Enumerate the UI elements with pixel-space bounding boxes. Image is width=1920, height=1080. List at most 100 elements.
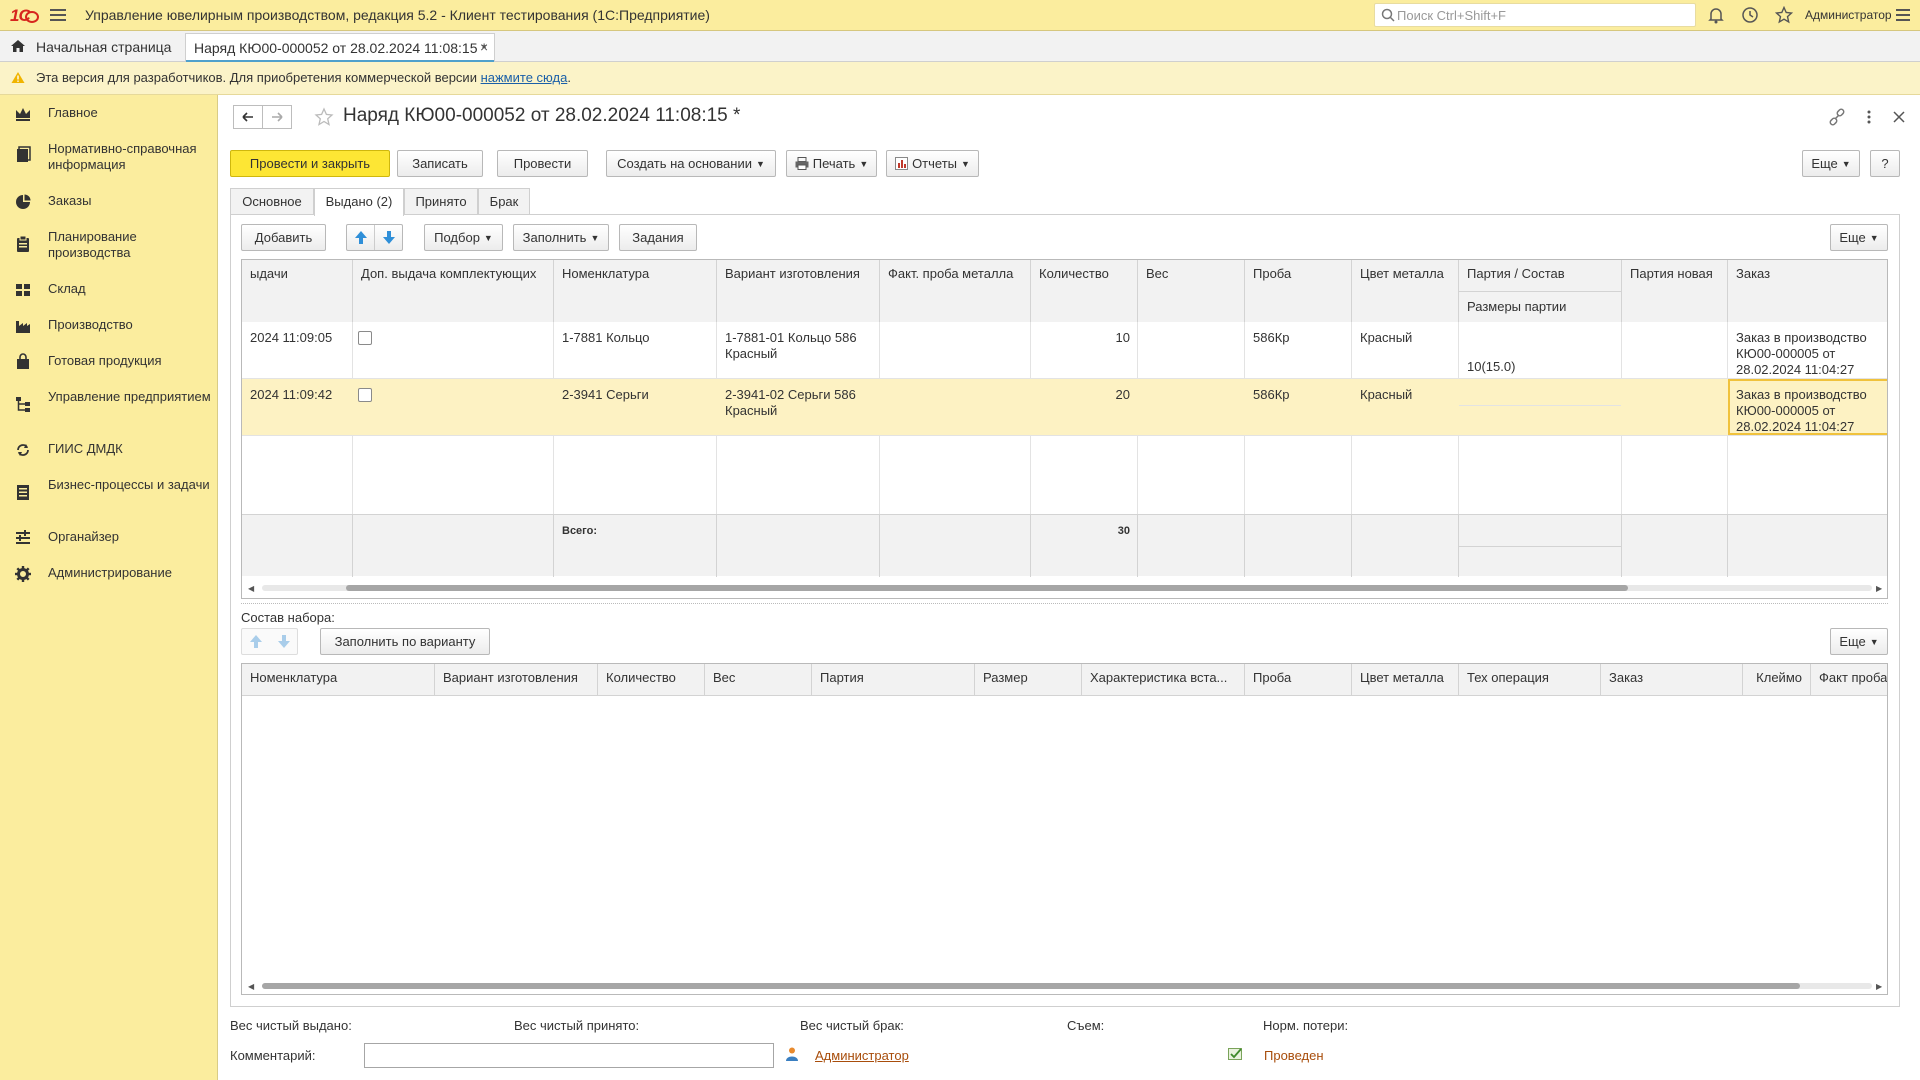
close-form-icon[interactable] — [1890, 108, 1908, 126]
set-col-fact-probe[interactable]: Факт проба — [1811, 664, 1887, 695]
help-button[interactable]: ? — [1870, 150, 1900, 177]
extra-issue-checkbox[interactable] — [358, 331, 372, 345]
col-header-nomenclature[interactable]: Номенклатура — [554, 260, 717, 322]
post-and-close-button[interactable]: Провести и закрыть — [230, 150, 390, 177]
sidebar-item-business-processes[interactable]: Бизнес-процессы и задачи — [0, 477, 218, 513]
bell-icon[interactable] — [1707, 6, 1725, 24]
more-actions-icon[interactable] — [1860, 108, 1878, 126]
sidebar-item-finished-goods[interactable]: Готовая продукция — [0, 353, 218, 389]
sidebar-item-reference[interactable]: Нормативно-справочная информация — [0, 141, 218, 177]
set-col-batch[interactable]: Партия — [812, 664, 975, 695]
set-col-size[interactable]: Размер — [975, 664, 1082, 695]
col-header-batch-new[interactable]: Партия новая — [1622, 260, 1728, 322]
sidebar-item-warehouse[interactable]: Склад — [0, 281, 218, 317]
set-col-hallmark[interactable]: Клеймо — [1743, 664, 1811, 695]
set-col-color[interactable]: Цвет металла — [1352, 664, 1459, 695]
extra-issue-checkbox[interactable] — [358, 388, 372, 402]
sidebar-item-management[interactable]: Управление предприятием — [0, 389, 218, 425]
splitter[interactable] — [241, 603, 1888, 604]
sidebar-item-label: ГИИС ДМДК — [48, 441, 123, 456]
selection-button[interactable]: Подбор ▼ — [424, 224, 503, 251]
author-link[interactable]: Администратор — [815, 1048, 909, 1063]
cell-order-selected[interactable]: Заказ в производство КЮ00-000005 от 28.0… — [1728, 379, 1887, 435]
sidebar-item-administration[interactable]: Администрирование — [0, 565, 218, 601]
set-col-insert-char[interactable]: Характеристика вста... — [1082, 664, 1245, 695]
table-row[interactable]: 2024 11:09:42 2-3941 Серьги 2-3941-02 Се… — [242, 379, 1887, 436]
settings-menu-icon[interactable] — [1894, 6, 1912, 24]
col-header-probe[interactable]: Проба — [1245, 260, 1352, 322]
col-header-quantity[interactable]: Количество — [1031, 260, 1138, 322]
col-header-extra[interactable]: Доп. выдача комплектующих — [353, 260, 554, 322]
current-user[interactable]: Администратор — [1805, 8, 1892, 22]
col-header-batch[interactable]: Партия / Состав — [1459, 260, 1622, 291]
sidebar-item-label: Нормативно-справочная информация — [48, 141, 197, 172]
set-col-weight[interactable]: Вес — [705, 664, 812, 695]
save-button[interactable]: Записать — [397, 150, 483, 177]
sidebar-item-production[interactable]: Производство — [0, 317, 218, 353]
set-col-nomenclature[interactable]: Номенклатура — [242, 664, 435, 695]
search-icon — [1381, 8, 1395, 22]
move-down-icon[interactable] — [375, 225, 403, 250]
fill-button[interactable]: Заполнить ▼ — [513, 224, 609, 251]
set-col-variant[interactable]: Вариант изготовления — [435, 664, 598, 695]
grid-more-button[interactable]: Еще ▼ — [1830, 224, 1888, 251]
col-header-date[interactable]: ыдачи — [242, 260, 353, 322]
more-label: Еще — [1811, 156, 1838, 171]
create-based-on-button[interactable]: Создать на основании ▼ — [606, 150, 776, 177]
sidebar-item-giis[interactable]: ГИИС ДМДК — [0, 441, 218, 477]
tab-main[interactable]: Основное — [230, 188, 314, 215]
col-header-weight[interactable]: Вес — [1138, 260, 1245, 322]
issued-items-table[interactable]: ыдачи Доп. выдача комплектующих Номенкла… — [241, 259, 1888, 599]
favorites-star-icon[interactable] — [1775, 6, 1793, 24]
sidebar-item-planning[interactable]: Планирование производства — [0, 229, 218, 265]
set-horizontal-scrollbar[interactable]: ◀ ▶ — [242, 980, 1887, 992]
set-more-button[interactable]: Еще ▼ — [1830, 628, 1888, 655]
set-col-operation[interactable]: Тех операция — [1459, 664, 1601, 695]
main-menu-icon[interactable] — [50, 7, 68, 23]
reports-button[interactable]: Отчеты ▼ — [886, 150, 979, 177]
table-row[interactable]: 2024 11:09:05 1-7881 Кольцо 1-7881-01 Ко… — [242, 322, 1887, 379]
sidebar-item-organizer[interactable]: Органайзер — [0, 529, 218, 565]
set-composition-table[interactable]: Номенклатура Вариант изготовления Количе… — [241, 663, 1888, 995]
col-header-order[interactable]: Заказ — [1728, 260, 1887, 322]
col-header-color[interactable]: Цвет металла — [1352, 260, 1459, 322]
global-search-input[interactable]: Поиск Ctrl+Shift+F — [1374, 3, 1696, 27]
close-tab-icon[interactable]: × — [480, 39, 488, 55]
set-move-down-icon[interactable] — [270, 629, 298, 654]
tab-received[interactable]: Принято — [404, 188, 478, 215]
comment-field[interactable] — [364, 1043, 774, 1068]
back-button[interactable] — [233, 105, 263, 129]
reports-label: Отчеты — [912, 156, 957, 171]
sidebar-item-orders[interactable]: Заказы — [0, 193, 218, 229]
document-title: Наряд КЮ00-000052 от 28.02.2024 11:08:15… — [343, 105, 741, 126]
col-header-batch-sizes[interactable]: Размеры партии — [1459, 291, 1622, 322]
set-scrollbar-thumb[interactable] — [262, 983, 1800, 989]
tasks-button[interactable]: Задания — [619, 224, 697, 251]
cell-probe: 586Кр — [1253, 330, 1290, 345]
tab-home[interactable]: Начальная страница — [0, 31, 178, 61]
history-icon[interactable] — [1741, 6, 1759, 24]
sidebar-item-main[interactable]: Главное — [0, 105, 218, 141]
tab-issued[interactable]: Выдано (2) — [314, 188, 404, 216]
cell-variant: 1-7881-01 Кольцо 586 Красный — [725, 330, 857, 361]
forward-button[interactable] — [262, 105, 292, 129]
tab-defect[interactable]: Брак — [478, 188, 530, 215]
set-col-quantity[interactable]: Количество — [598, 664, 705, 695]
add-favorite-star-icon[interactable] — [314, 107, 334, 127]
tab-document[interactable]: Наряд КЮ00-000052 от 28.02.2024 11:08:15… — [185, 33, 495, 62]
col-header-variant[interactable]: Вариант изготовления — [717, 260, 880, 322]
link-icon[interactable] — [1828, 108, 1846, 126]
set-col-order[interactable]: Заказ — [1601, 664, 1743, 695]
notice-link[interactable]: нажмите сюда — [481, 70, 568, 85]
col-header-fact-probe[interactable]: Факт. проба металла — [880, 260, 1031, 322]
print-button[interactable]: Печать ▼ — [786, 150, 877, 177]
horizontal-scrollbar[interactable]: ◀ ▶ — [242, 582, 1887, 594]
move-up-icon[interactable] — [347, 225, 375, 250]
post-button[interactable]: Провести — [497, 150, 588, 177]
add-button[interactable]: Добавить — [241, 224, 326, 251]
scrollbar-thumb[interactable] — [346, 585, 1628, 591]
more-button[interactable]: Еще ▼ — [1802, 150, 1860, 177]
fill-by-variant-button[interactable]: Заполнить по варианту — [320, 628, 490, 655]
set-move-up-icon[interactable] — [242, 629, 270, 654]
set-col-probe[interactable]: Проба — [1245, 664, 1352, 695]
